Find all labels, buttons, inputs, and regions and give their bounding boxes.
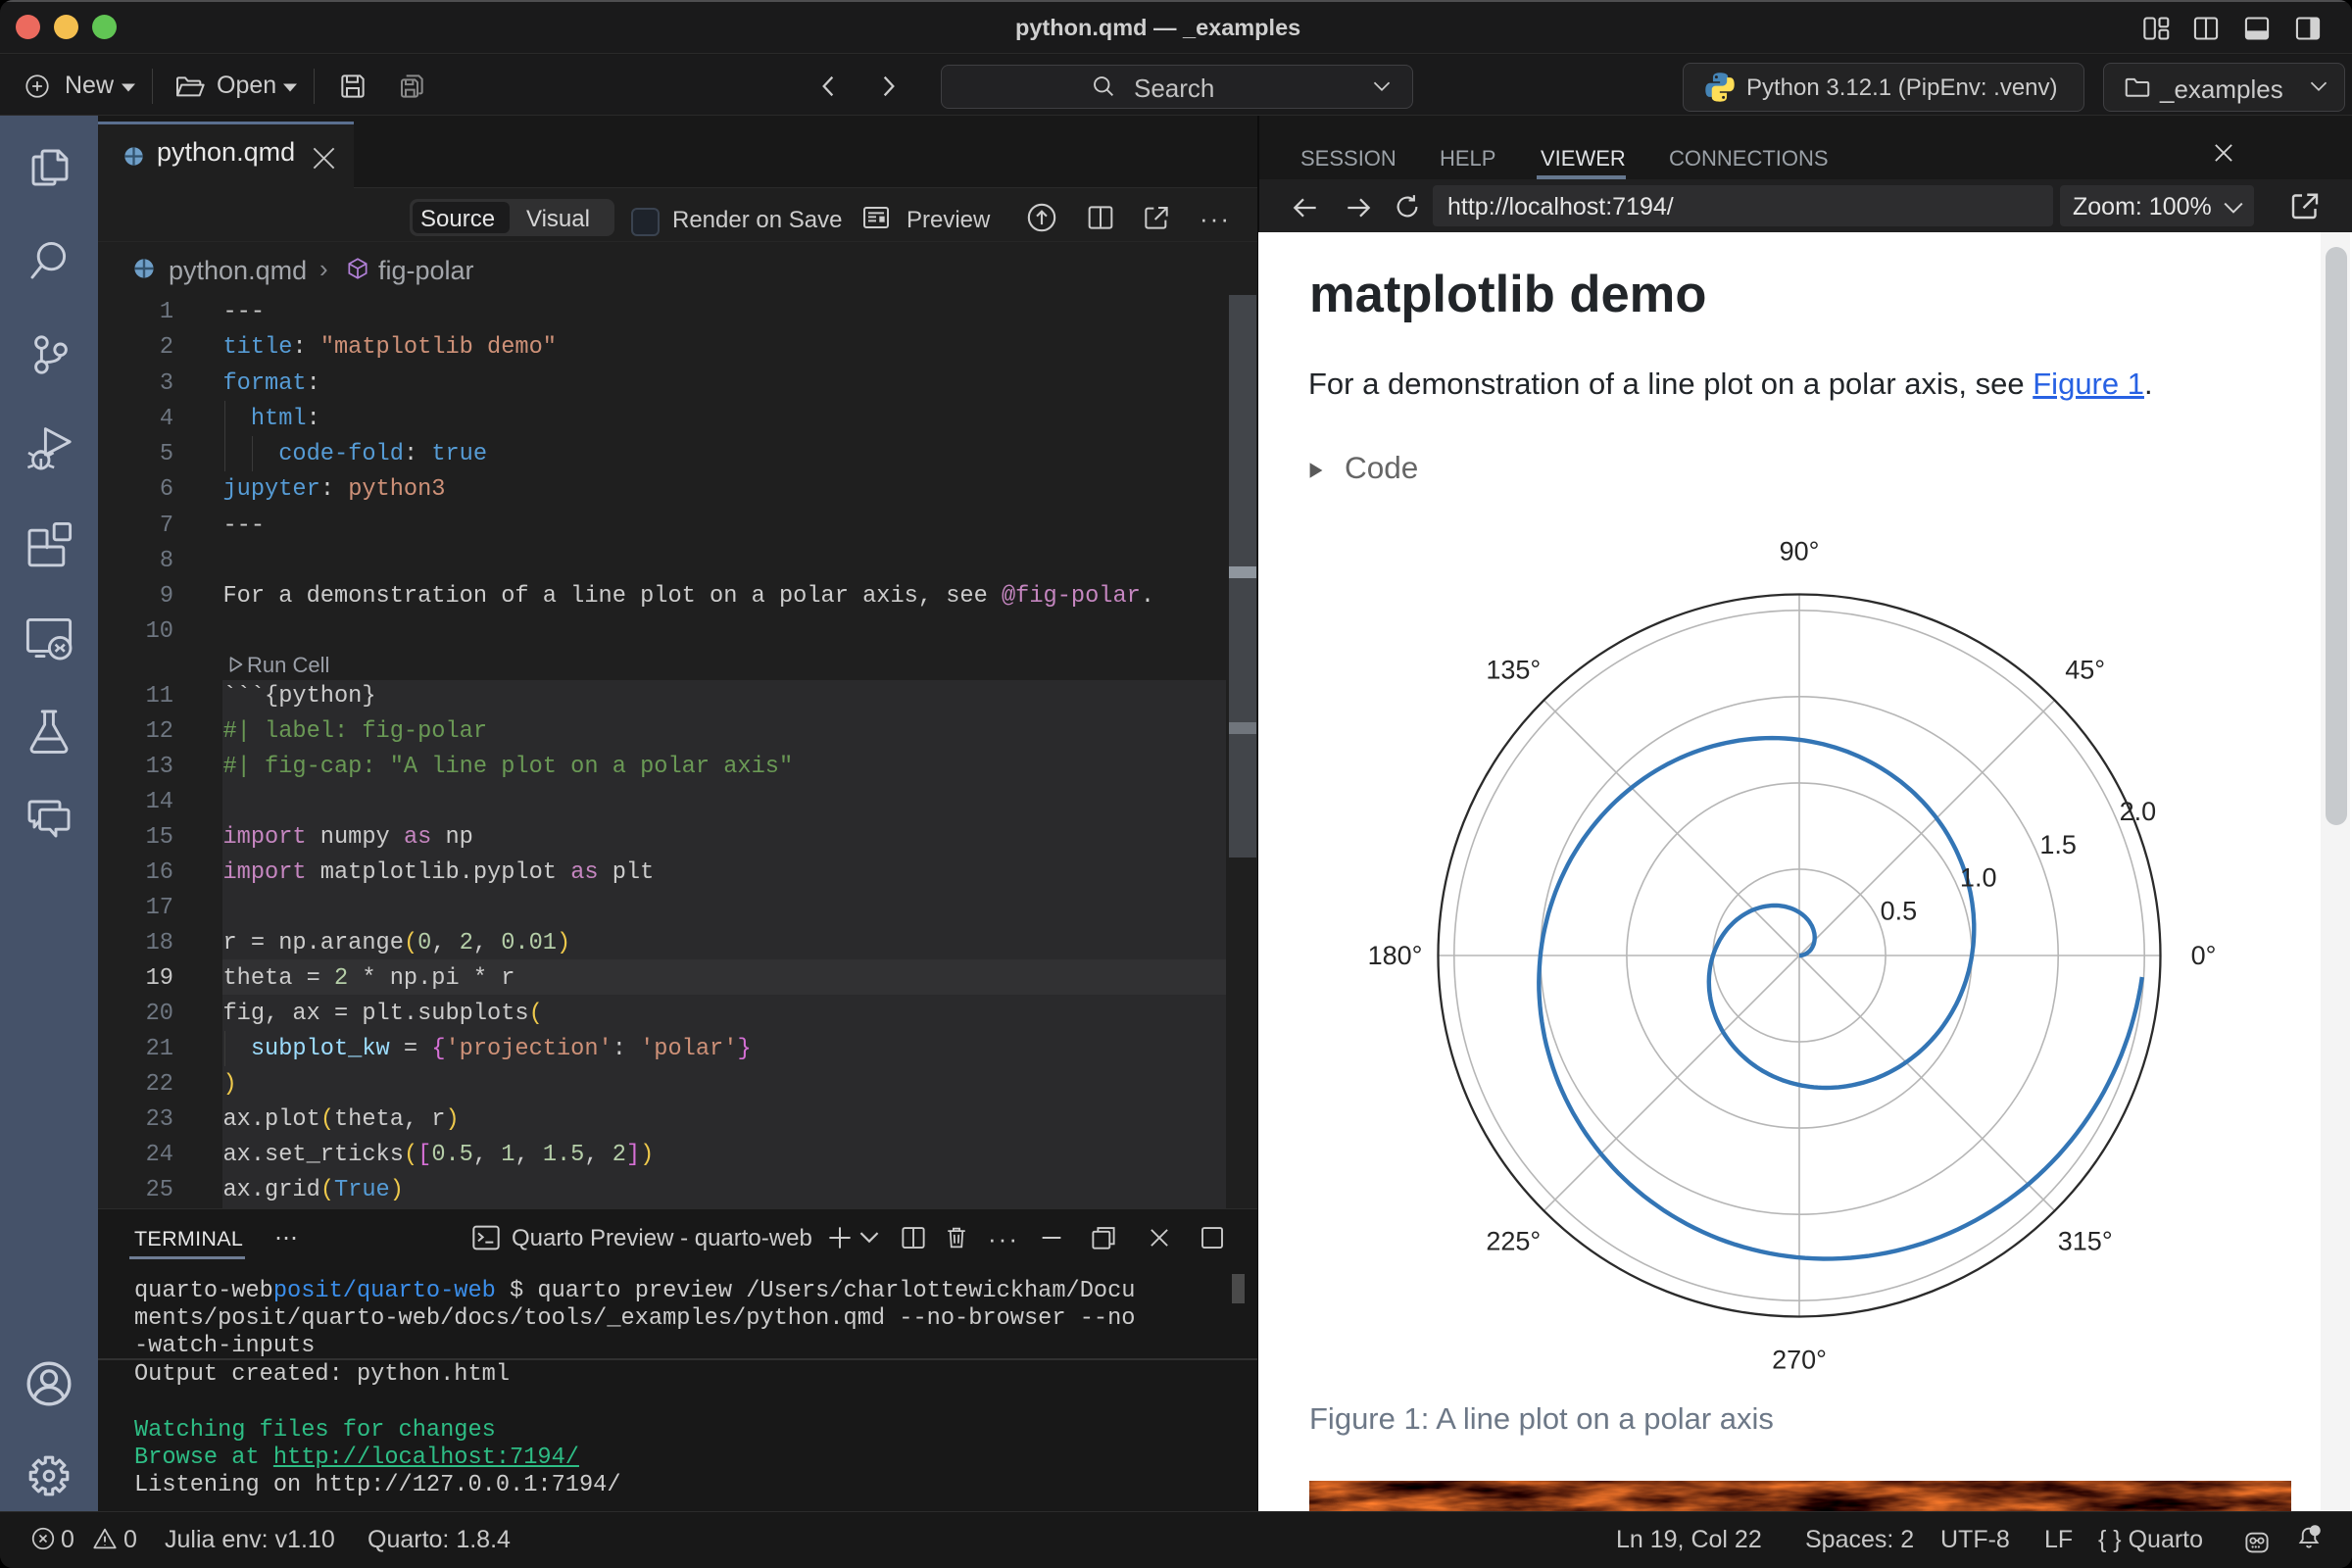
svg-text:0°: 0° bbox=[2191, 941, 2217, 970]
svg-text:2.0: 2.0 bbox=[2120, 797, 2157, 826]
svg-text:1.0: 1.0 bbox=[1960, 863, 1997, 893]
svg-text:135°: 135° bbox=[1486, 655, 1541, 684]
svg-text:1.5: 1.5 bbox=[2039, 830, 2077, 859]
svg-text:45°: 45° bbox=[2065, 655, 2105, 684]
svg-text:315°: 315° bbox=[2058, 1227, 2113, 1256]
svg-text:90°: 90° bbox=[1780, 537, 1820, 566]
svg-text:225°: 225° bbox=[1486, 1227, 1541, 1256]
svg-text:270°: 270° bbox=[1772, 1346, 1827, 1375]
svg-text:0.5: 0.5 bbox=[1881, 896, 1918, 925]
svg-text:180°: 180° bbox=[1368, 941, 1423, 970]
